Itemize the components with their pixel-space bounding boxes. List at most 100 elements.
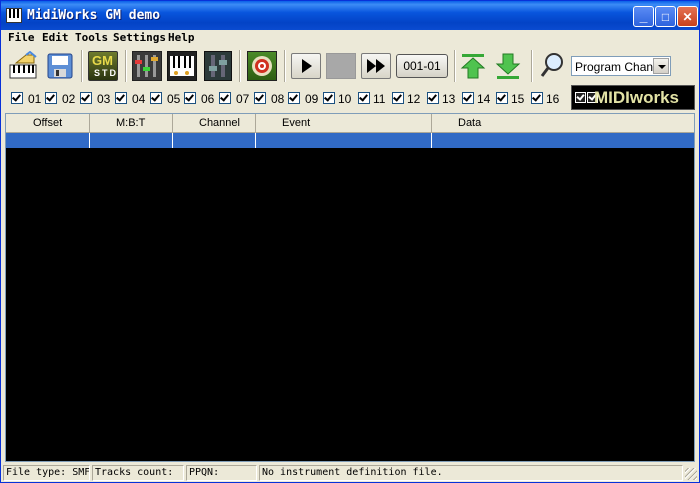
toolbar: GM STD 001-01 Program Change [1,46,699,86]
table-cell [6,133,90,148]
target-icon [252,56,272,76]
position-counter[interactable]: 001-01 [396,54,448,78]
channel-checkbox[interactable] [45,92,57,104]
close-button[interactable]: ✕ [677,6,698,27]
table-cell [173,133,256,148]
toolbar-separator [284,50,286,82]
open-icon [9,50,37,79]
channel-label: 15 [511,92,525,106]
column-data[interactable]: Data [432,114,694,132]
channel-checkbox[interactable] [531,92,543,104]
channel-checkbox[interactable] [80,92,92,104]
channel-checkbox[interactable] [358,92,370,104]
channel-label: 07 [236,92,250,106]
channel-label: 01 [28,92,42,106]
move-down-button[interactable] [495,51,521,81]
piano-icon [170,56,194,76]
logo-text: MIDIworks [594,88,680,107]
piano-button[interactable] [167,51,197,81]
channel-label: 03 [97,92,111,106]
fast-forward-icon [367,59,385,73]
column-mbt[interactable]: M:B:T [90,114,173,132]
menu-edit[interactable]: Edit [42,31,69,44]
event-list[interactable]: Offset M:B:T Channel Event Data [5,113,695,462]
channel-checkbox[interactable] [462,92,474,104]
table-cell [432,133,694,148]
channel-checkbox[interactable] [392,92,404,104]
channel-label: 02 [62,92,76,106]
channel-checkbox[interactable] [150,92,162,104]
play-icon [302,59,312,73]
channel-label: 12 [407,92,421,106]
search-button[interactable] [539,51,565,81]
channel-label: 06 [201,92,215,106]
status-ppqn: PPQN: [186,465,257,481]
play-button[interactable] [291,53,321,79]
search-icon [540,53,563,77]
menu-bar: File Edit Tools Settings Help [1,30,699,45]
table-cell [256,133,432,148]
channel-checkbox[interactable] [219,92,231,104]
column-offset[interactable]: Offset [6,114,90,132]
channel-label: 13 [442,92,456,106]
event-filter-select[interactable]: Program Change [571,56,671,76]
menu-file[interactable]: File [8,31,35,44]
stop-button[interactable] [326,53,356,79]
channel-label: 08 [271,92,285,106]
gm-standard-button[interactable]: GM STD [88,51,118,81]
menu-tools[interactable]: Tools [75,31,108,44]
menu-settings[interactable]: Settings [113,31,166,44]
title-bar[interactable]: MidiWorks GM demo _ □ ✕ [1,1,699,30]
channel-checkbox[interactable] [496,92,508,104]
move-up-icon [460,54,486,79]
table-row[interactable] [6,133,694,148]
target-button[interactable] [247,51,277,81]
minimize-button[interactable]: _ [633,6,654,27]
channel-label: 10 [338,92,352,106]
fast-forward-button[interactable] [361,53,391,79]
mixer-icon [135,55,158,77]
piano-app-icon [6,8,22,23]
channel-label: 05 [167,92,181,106]
status-tracks-count: Tracks count: [92,465,184,481]
save-icon [47,53,73,79]
channel-checkbox[interactable] [254,92,266,104]
close-icon: ✕ [682,10,693,24]
app-window: MidiWorks GM demo _ □ ✕ File Edit Tools … [0,0,700,483]
status-bar: File type: SMF Tracks count: PPQN: No in… [1,464,699,483]
window-title: MidiWorks GM demo [27,8,161,23]
mixer-button[interactable] [132,51,162,81]
table-cell [90,133,173,148]
channel-checkbox[interactable] [427,92,439,104]
faders-icon [209,55,227,77]
move-up-button[interactable] [460,51,486,81]
save-button[interactable] [46,51,74,81]
channel-label: 16 [546,92,560,106]
list-header: Offset M:B:T Channel Event Data [6,114,694,133]
toolbar-separator [81,50,83,82]
toolbar-separator [531,50,533,82]
channel-checkbox[interactable] [184,92,196,104]
channel-checkbox[interactable] [11,92,23,104]
open-button[interactable] [8,50,38,81]
channel-label: 09 [305,92,319,106]
column-channel[interactable]: Channel [173,114,256,132]
status-file-type: File type: SMF [3,465,90,481]
minimize-icon: _ [639,8,648,24]
maximize-icon: □ [661,10,670,24]
gm-label: GM [92,53,113,68]
chevron-down-icon[interactable] [653,58,669,74]
maximize-button[interactable]: □ [655,6,676,27]
channel-label: 04 [132,92,146,106]
logo-checkbox-icon [575,92,586,103]
column-event[interactable]: Event [256,114,432,132]
channel-checkbox[interactable] [115,92,127,104]
resize-grip-icon[interactable] [685,468,697,480]
stop-icon [327,54,355,78]
toolbar-separator [239,50,241,82]
channel-checkbox[interactable] [323,92,335,104]
menu-help[interactable]: Help [168,31,195,44]
toolbar-separator [125,50,127,82]
faders-button[interactable] [204,51,232,81]
channel-checkbox[interactable] [288,92,300,104]
